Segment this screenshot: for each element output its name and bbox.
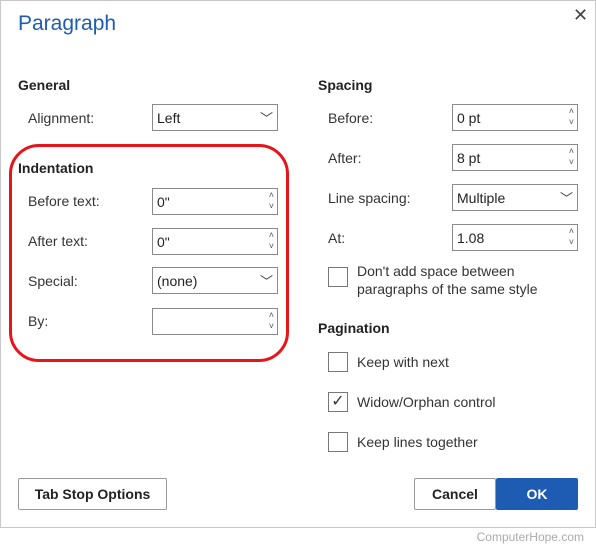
spin-arrows-icon[interactable]: ˄ ˅ (269, 230, 274, 252)
pagination-header: Pagination (318, 320, 390, 336)
spacing-after-value: 8 pt (457, 150, 481, 166)
spin-arrows-icon[interactable]: ˄ ˅ (569, 226, 574, 248)
spacing-after-label: After: (328, 150, 362, 166)
dialog-title: Paragraph (18, 12, 117, 35)
chevron-down-icon: ﹀ (559, 191, 573, 206)
dont-add-space-line1: Don't add space between (357, 263, 515, 279)
spacing-before-label: Before: (328, 110, 374, 126)
checkmark-icon: ✓ (331, 393, 345, 410)
before-text-spinner[interactable]: 0" ˄ ˅ (152, 188, 278, 215)
at-value: 1.08 (457, 230, 485, 246)
close-icon[interactable]: ✕ (573, 5, 588, 26)
line-spacing-label: Line spacing: (328, 190, 411, 206)
after-text-value: 0" (157, 234, 170, 250)
dont-add-space-line2: paragraphs of the same style (357, 281, 538, 297)
dont-add-space-checkbox[interactable] (328, 267, 348, 287)
special-value: (none) (157, 273, 198, 289)
general-header: General (18, 77, 71, 93)
before-text-label: Before text: (28, 193, 100, 209)
special-label: Special: (28, 273, 78, 289)
after-text-label: After text: (28, 233, 88, 249)
alignment-value: Left (157, 110, 181, 126)
spacing-before-value: 0 pt (457, 110, 481, 126)
line-spacing-value: Multiple (457, 190, 506, 206)
spin-arrows-icon[interactable]: ˄ ˅ (269, 310, 274, 332)
at-spinner[interactable]: 1.08 ˄ ˅ (452, 224, 578, 251)
spin-arrows-icon[interactable]: ˄ ˅ (269, 190, 274, 212)
keep-lines-together-checkbox[interactable] (328, 432, 348, 452)
keep-with-next-label: Keep with next (357, 354, 449, 370)
alignment-dropdown[interactable]: Left ﹀ (152, 104, 278, 131)
by-spinner[interactable]: ˄ ˅ (152, 308, 278, 335)
at-label: At: (328, 230, 346, 246)
cancel-button[interactable]: Cancel (414, 478, 496, 510)
watermark: ComputerHope.com (476, 530, 584, 544)
spin-arrows-icon[interactable]: ˄ ˅ (569, 146, 574, 168)
widow-orphan-label: Widow/Orphan control (357, 394, 496, 410)
special-dropdown[interactable]: (none) ﹀ (152, 267, 278, 294)
chevron-down-icon: ﹀ (259, 111, 273, 126)
keep-with-next-checkbox[interactable] (328, 352, 348, 372)
before-text-value: 0" (157, 194, 170, 210)
line-spacing-dropdown[interactable]: Multiple ﹀ (452, 184, 578, 211)
widow-orphan-checkbox[interactable]: ✓ (328, 392, 348, 412)
spacing-before-spinner[interactable]: 0 pt ˄ ˅ (452, 104, 578, 131)
tab-stop-options-button[interactable]: Tab Stop Options (18, 478, 167, 510)
paragraph-dialog: Paragraph ✕ General Alignment: Left ﹀ Ind… (0, 0, 596, 528)
spin-arrows-icon[interactable]: ˄ ˅ (569, 106, 574, 128)
chevron-down-icon: ﹀ (259, 274, 273, 289)
spacing-header: Spacing (318, 77, 373, 93)
indentation-header: Indentation (18, 160, 94, 176)
ok-button[interactable]: OK (496, 478, 578, 510)
keep-lines-together-label: Keep lines together (357, 434, 478, 450)
after-text-spinner[interactable]: 0" ˄ ˅ (152, 228, 278, 255)
by-label: By: (28, 313, 49, 329)
dont-add-space-label: Don't add space between paragraphs of the… (357, 262, 538, 298)
alignment-label: Alignment: (28, 110, 95, 126)
spacing-after-spinner[interactable]: 8 pt ˄ ˅ (452, 144, 578, 171)
